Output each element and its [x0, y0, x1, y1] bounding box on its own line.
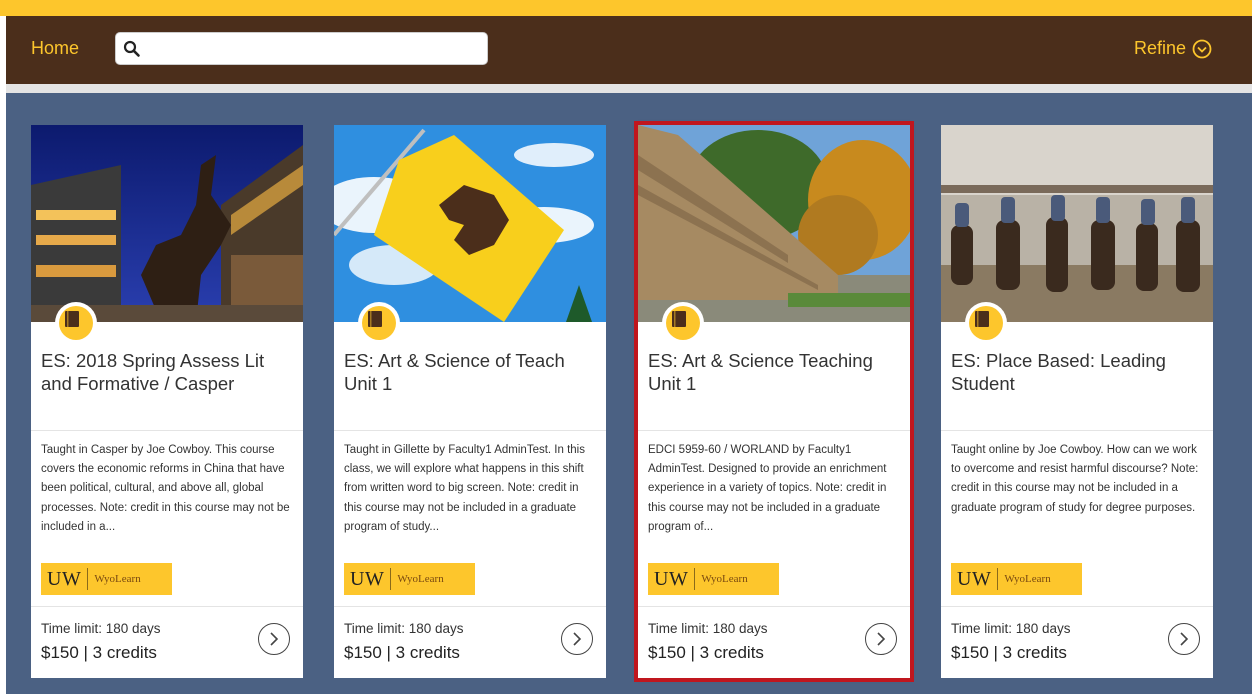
- top-navigation-bar: Home Refine: [6, 16, 1252, 84]
- top-accent-strip: [0, 0, 1252, 16]
- logo-text: WyoLearn: [94, 573, 141, 585]
- course-title[interactable]: ES: 2018 Spring Assess Lit and Formative…: [41, 349, 293, 395]
- card-divider: [941, 430, 1213, 431]
- logo-text: WyoLearn: [1004, 573, 1051, 585]
- chevron-right-icon: [573, 632, 582, 646]
- logo-text: WyoLearn: [701, 573, 748, 585]
- refine-label: Refine: [1133, 38, 1186, 58]
- card-divider: [941, 606, 1213, 607]
- price-credits: $150 | 3 credits: [41, 643, 157, 662]
- refine-button[interactable]: Refine: [1134, 38, 1212, 59]
- course-image-cowboy-statue: [31, 125, 303, 322]
- course-type-badge: [55, 302, 97, 344]
- course-description: Taught online by Joe Cowboy. How can we …: [951, 444, 1199, 514]
- course-title[interactable]: ES: Art & Science Teaching Unit 1: [648, 349, 900, 395]
- view-course-button[interactable]: [1168, 623, 1200, 655]
- course-card-selected[interactable]: ES: Art & Science Teaching Unit 1 EDCI 5…: [634, 121, 914, 682]
- uw-wyolearn-logo: UW WyoLearn: [41, 563, 172, 595]
- card-divider: [334, 606, 606, 607]
- card-divider: [638, 606, 910, 607]
- course-card[interactable]: ES: Art & Science of Teach Unit 1 Taught…: [334, 125, 606, 678]
- search-input[interactable]: [146, 37, 481, 61]
- course-description: EDCI 5959-60 / WORLAND by Faculty1 Admin…: [648, 444, 887, 533]
- logo-mark: UW: [47, 567, 82, 590]
- course-image-horse-riders: [941, 125, 1213, 322]
- course-type-badge: [662, 302, 704, 344]
- logo-text: WyoLearn: [397, 573, 444, 585]
- time-limit: Time limit: 180 days: [344, 621, 464, 636]
- search-box[interactable]: [115, 32, 488, 65]
- view-course-button[interactable]: [865, 623, 897, 655]
- uw-wyolearn-logo: UW WyoLearn: [344, 563, 475, 595]
- view-course-button[interactable]: [561, 623, 593, 655]
- card-divider: [638, 430, 910, 431]
- view-course-button[interactable]: [258, 623, 290, 655]
- book-icon: [368, 311, 382, 327]
- logo-mark: UW: [957, 567, 992, 590]
- price-credits: $150 | 3 credits: [648, 643, 764, 662]
- home-link[interactable]: Home: [31, 38, 79, 59]
- price-credits: $150 | 3 credits: [344, 643, 460, 662]
- chevron-down-circle-icon: [1192, 39, 1212, 58]
- book-icon: [65, 311, 79, 327]
- card-divider: [31, 430, 303, 431]
- course-type-badge: [358, 302, 400, 344]
- time-limit: Time limit: 180 days: [648, 621, 768, 636]
- course-image-flag: [334, 125, 606, 322]
- uw-wyolearn-logo: UW WyoLearn: [648, 563, 779, 595]
- book-icon: [672, 311, 686, 327]
- course-description: Taught in Casper by Joe Cowboy. This cou…: [41, 444, 290, 533]
- course-type-badge: [965, 302, 1007, 344]
- chevron-right-icon: [270, 632, 279, 646]
- course-description: Taught in Gillette by Faculty1 AdminTest…: [344, 444, 585, 533]
- search-icon: [123, 40, 140, 57]
- course-card[interactable]: ES: Place Based: Leading Student Taught …: [941, 125, 1213, 678]
- time-limit: Time limit: 180 days: [41, 621, 161, 636]
- header-divider-band: [6, 84, 1252, 93]
- price-credits: $150 | 3 credits: [951, 643, 1067, 662]
- book-icon: [975, 311, 989, 327]
- chevron-right-icon: [877, 632, 886, 646]
- time-limit: Time limit: 180 days: [951, 621, 1071, 636]
- course-title[interactable]: ES: Art & Science of Teach Unit 1: [344, 349, 596, 395]
- card-divider: [334, 430, 606, 431]
- logo-mark: UW: [350, 567, 385, 590]
- logo-mark: UW: [654, 567, 689, 590]
- chevron-right-icon: [1180, 632, 1189, 646]
- course-image-university-wall: [638, 125, 910, 322]
- course-title[interactable]: ES: Place Based: Leading Student: [951, 349, 1203, 395]
- card-divider: [31, 606, 303, 607]
- course-card[interactable]: ES: 2018 Spring Assess Lit and Formative…: [31, 125, 303, 678]
- uw-wyolearn-logo: UW WyoLearn: [951, 563, 1082, 595]
